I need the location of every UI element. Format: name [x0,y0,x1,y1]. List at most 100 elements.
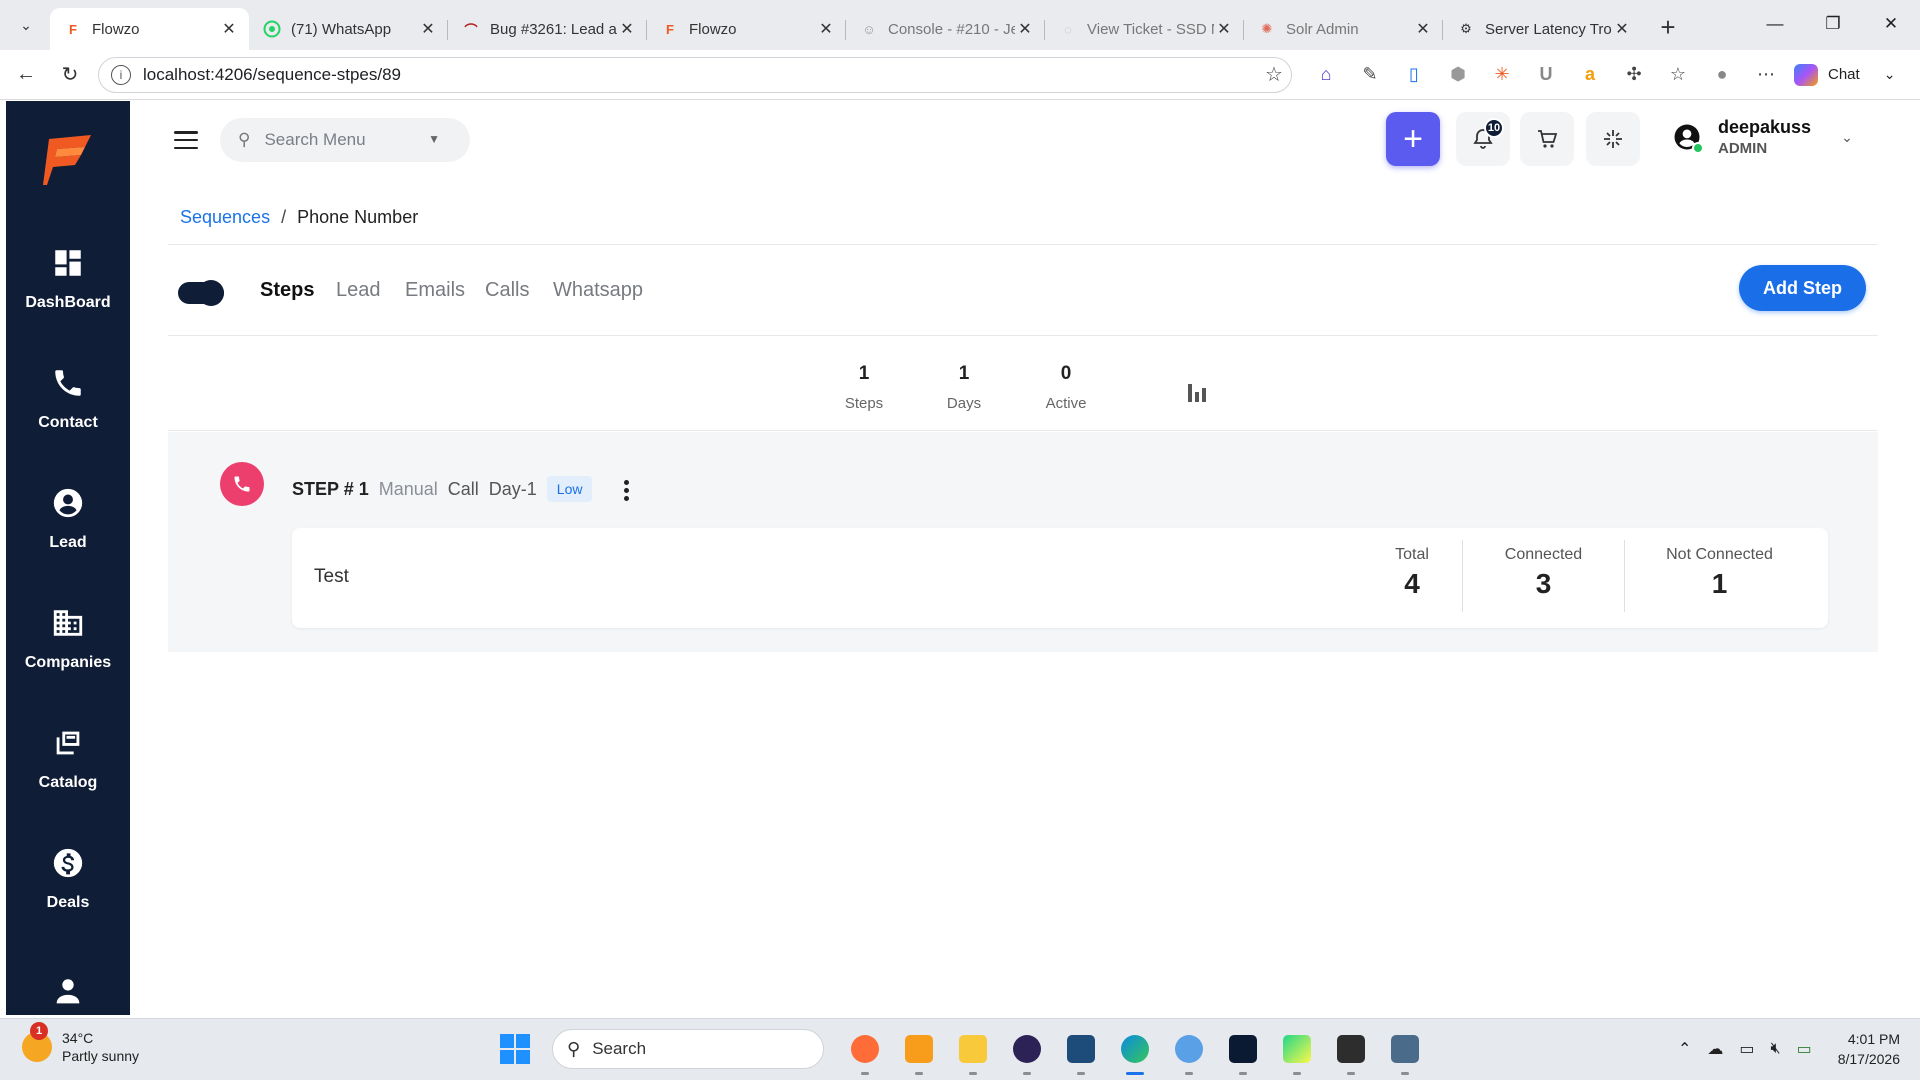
battery-icon[interactable]: ▭ [1797,1039,1812,1059]
dropdown-caret-icon[interactable]: ▼ [428,132,440,146]
close-tab-icon[interactable]: ✕ [1214,19,1234,39]
eclipse-app-icon[interactable] [1005,1027,1049,1075]
sidebar-item-contact[interactable]: Contact [6,339,130,459]
reload-icon[interactable]: ↻ [52,57,88,93]
browser-tab[interactable]: F Flowzo ✕ [647,8,846,50]
puzzle-extensions-icon[interactable]: ✣ [1612,57,1656,93]
cloud-app-icon[interactable] [1167,1027,1211,1075]
tab-emails[interactable]: Emails [405,279,465,302]
browser-tab[interactable]: ☺ Console - #210 - Je ✕ [846,8,1045,50]
browser-tab[interactable]: (71) WhatsApp ✕ [249,8,448,50]
stat-value: 0 [1060,363,1072,384]
browser-tab[interactable]: ⚙ Server Latency Trou ✕ [1443,8,1642,50]
eyedropper-extension-icon[interactable]: ✎ [1348,57,1392,93]
flowzo-favicon-icon: F [666,21,674,37]
sublime-app-icon[interactable] [897,1027,941,1075]
taskbar-search[interactable]: ⚲ Search [552,1029,824,1069]
user-profile-menu[interactable]: deepakuss ADMIN ⌄ [1672,117,1853,157]
hamburger-menu-icon[interactable] [174,131,198,149]
terminal-app-icon[interactable] [1329,1027,1373,1075]
quick-add-button[interactable]: + [1386,112,1440,166]
stat-active: 0 Active [1026,363,1106,412]
android-studio-app-icon[interactable] [1221,1027,1265,1075]
weather-widget[interactable]: 1 34°C Partly sunny [22,1022,139,1065]
restore-icon[interactable]: ❐ [1804,0,1862,48]
step-header: STEP # 1 Manual Call Day-1 Low [292,476,593,502]
close-window-icon[interactable]: ✕ [1862,0,1920,48]
close-tab-icon[interactable]: ✕ [1612,19,1632,39]
whatsapp-favicon-icon [263,20,281,38]
close-tab-icon[interactable]: ✕ [617,19,637,39]
mysql-workbench-app-icon[interactable] [1059,1027,1103,1075]
breadcrumb-link-sequences[interactable]: Sequences [180,207,270,227]
user-name: deepakuss [1718,117,1812,137]
file-explorer-app-icon[interactable] [951,1027,995,1075]
search-menu-input[interactable]: ⚲ Search Menu ▼ [220,118,470,162]
calculator-app-icon[interactable] [1383,1027,1427,1075]
minimize-icon[interactable]: — [1746,0,1804,48]
cart-icon [1538,130,1558,148]
u-extension-icon[interactable]: U [1524,57,1568,93]
app-sidebar: DashBoard Contact Lead Companies Catalog… [6,101,130,1015]
close-tab-icon[interactable]: ✕ [1413,19,1433,39]
browser-tab[interactable]: ⌒ Bug #3261: Lead an ✕ [448,8,647,50]
clipboard-extension-icon[interactable]: ▯ [1392,57,1436,93]
cart-button[interactable] [1520,112,1574,166]
postman-app-icon[interactable] [843,1027,887,1075]
sidebar-item-dashboard[interactable]: DashBoard [6,219,130,339]
close-tab-icon[interactable]: ✕ [1015,19,1035,39]
browser-tab[interactable]: F Flowzo ✕ [50,8,249,50]
more-menu-icon[interactable]: ⋯ [1744,57,1788,93]
sequence-active-toggle[interactable] [178,280,224,306]
step-more-options-icon[interactable] [624,480,629,501]
pycharm-app-icon[interactable] [1275,1027,1319,1075]
back-arrow-icon[interactable]: ← [8,57,44,93]
sidebar-item-users[interactable] [6,939,130,1015]
flowzo-logo[interactable] [6,101,130,219]
tab-whatsapp[interactable]: Whatsapp [553,279,643,302]
sidebar-item-companies[interactable]: Companies [6,579,130,699]
sidebar-item-deals[interactable]: Deals [6,819,130,939]
metric-value: 1 [1711,568,1728,599]
favorites-icon[interactable]: ☆ [1656,57,1700,93]
chevron-down-icon[interactable]: ⌄ [1841,129,1853,146]
network-icon[interactable]: ▭ [1739,1039,1754,1059]
chevron-up-icon[interactable]: ⌃ [1678,1039,1691,1059]
close-tab-icon[interactable]: ✕ [219,19,239,39]
sidebar-item-label: DashBoard [25,294,111,311]
burst-extension-icon[interactable]: ✳ [1480,57,1524,93]
site-info-icon[interactable]: i [111,64,131,85]
address-bar[interactable]: i localhost:4206/sequence-stpes/89 ☆ [98,56,1292,93]
system-clock[interactable]: 4:01 PM 8/17/2026 [1838,1029,1900,1069]
sidebar-item-catalog[interactable]: Catalog [6,699,130,819]
shield-extension-icon[interactable]: ⬢ [1436,57,1480,93]
browser-tab[interactable]: ◌ View Ticket - SSD N ✕ [1045,8,1244,50]
new-tab-button[interactable]: + [1650,10,1686,46]
tab-calls[interactable]: Calls [485,279,529,302]
edge-app-icon[interactable] [1113,1027,1157,1075]
ai-assist-button[interactable] [1586,112,1640,166]
sidebar-item-lead[interactable]: Lead [6,459,130,579]
step-card[interactable]: Test Total 4 Connected 3 Not Connected 1 [292,528,1828,628]
browser-tab[interactable]: ✺ Solr Admin ✕ [1244,8,1443,50]
amazon-extension-icon[interactable]: a [1568,57,1612,93]
close-tab-icon[interactable]: ✕ [816,19,836,39]
notifications-button[interactable]: 10 [1456,112,1510,166]
add-step-button[interactable]: Add Step [1739,265,1866,311]
bar-chart-icon[interactable] [1188,384,1206,402]
tab-lead[interactable]: Lead [336,279,381,302]
breadcrumb: Sequences / Phone Number [180,207,418,228]
tab-steps[interactable]: Steps [260,279,314,302]
bookmark-star-icon[interactable]: ☆ [1257,62,1291,87]
home-extension-icon[interactable]: ⌂ [1304,57,1348,93]
tab-search-chevron-icon[interactable]: ⌄ [8,7,44,43]
windows-taskbar: 1 34°C Partly sunny ⚲ Search ⌃ ☁ ▭ 🔇︎ ▭ … [0,1018,1920,1080]
onedrive-icon[interactable]: ☁ [1707,1039,1723,1059]
copilot-chat-button[interactable]: Chat ⌄ [1794,63,1896,86]
volume-muted-icon[interactable]: 🔇︎ [1770,1040,1780,1058]
url-text[interactable]: localhost:4206/sequence-stpes/89 [143,65,1257,85]
windows-start-icon[interactable] [500,1034,530,1064]
chevron-down-icon[interactable]: ⌄ [1884,66,1896,83]
close-tab-icon[interactable]: ✕ [418,19,438,39]
profile-avatar-icon[interactable]: ● [1700,57,1744,93]
